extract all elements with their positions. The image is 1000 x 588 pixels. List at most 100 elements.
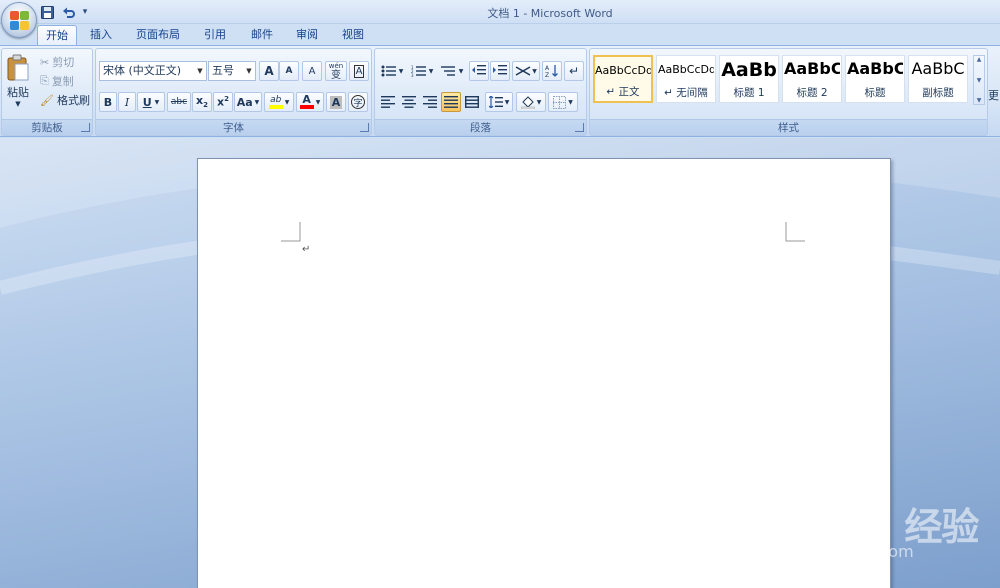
increase-indent-icon	[493, 65, 507, 75]
style-normal[interactable]: AaBbCcDd ↵ 正文	[593, 55, 653, 103]
style-preview: AaBbCcDd	[658, 63, 714, 76]
subscript-icon: x2	[196, 94, 208, 110]
change-styles-button[interactable]: 更	[988, 87, 999, 103]
svg-text:Z: Z	[545, 72, 549, 78]
font-name-value: 宋体 (中文正文)	[103, 64, 182, 77]
style-heading-2[interactable]: AaBbC 标题 2	[782, 55, 842, 103]
chevron-down-icon: ▼	[536, 98, 542, 106]
format-painter-label: 格式刷	[56, 94, 90, 107]
style-subtitle[interactable]: AaBbC 副标题	[908, 55, 968, 103]
chevron-down-icon: ▼	[246, 67, 252, 75]
style-no-spacing[interactable]: AaBbCcDd ↵ 无间隔	[656, 55, 716, 103]
superscript-button[interactable]: x2	[213, 92, 233, 112]
change-styles-label: 更	[988, 89, 999, 102]
paragraph-launcher-button[interactable]	[575, 123, 584, 132]
tab-references[interactable]: 引用	[196, 25, 234, 46]
paragraph-mark[interactable]: ↵	[302, 244, 310, 255]
tab-review[interactable]: 审阅	[288, 25, 326, 46]
underline-icon: U	[142, 95, 152, 109]
style-preview: AaBbC	[847, 59, 903, 78]
font-color-icon: A	[299, 94, 314, 109]
style-title[interactable]: AaBbC 标题	[845, 55, 905, 103]
clipboard-launcher-button[interactable]	[81, 123, 90, 132]
highlight-button[interactable]: ab ▼	[264, 92, 294, 112]
change-case-button[interactable]: Aa ▼	[234, 92, 262, 112]
font-launcher-button[interactable]	[360, 123, 369, 132]
subscript-button[interactable]: x2	[192, 92, 212, 112]
shading-button[interactable]: ▼	[516, 92, 546, 112]
style-heading-1[interactable]: AaBb 标题 1	[719, 55, 779, 103]
svg-text:3: 3	[411, 73, 414, 77]
paragraph-group: ▼ 1 2 3 ▼ ▼ ▼ A Z ↵ ▼ ▼ ▼ 段落	[374, 48, 587, 136]
office-button[interactable]	[1, 2, 37, 38]
phonetic-guide-button[interactable]: wén 变	[325, 61, 347, 81]
strikethrough-button[interactable]: abc	[167, 92, 191, 112]
paragraph-group-label: 段落	[375, 119, 586, 135]
style-preview: AaBb	[721, 59, 777, 81]
chevron-down-icon[interactable]: ▼	[977, 77, 982, 84]
enclose-characters-button[interactable]: 字	[348, 92, 368, 112]
bold-button[interactable]: B	[99, 92, 117, 112]
style-name: 副标题	[922, 87, 954, 99]
paste-button[interactable]: 粘贴 ▼	[3, 51, 33, 111]
justify-button[interactable]	[441, 92, 461, 112]
tab-page-layout[interactable]: 页面布局	[130, 25, 186, 46]
tab-home[interactable]: 开始	[37, 25, 77, 46]
decrease-indent-button[interactable]	[469, 61, 489, 81]
shrink-font-button[interactable]: A	[279, 61, 299, 81]
align-center-button[interactable]	[399, 92, 419, 112]
copy-button[interactable]: ⎘ 复制	[40, 73, 74, 89]
style-name: ↵ 正文	[606, 86, 640, 98]
styles-scrollbar[interactable]: ▲ ▼ ▼	[973, 55, 985, 105]
justify-icon	[444, 96, 458, 108]
italic-button[interactable]: I	[118, 92, 136, 112]
align-left-button[interactable]	[378, 92, 398, 112]
cut-button[interactable]: ✂ 剪切	[40, 54, 74, 70]
font-name-combo[interactable]: 宋体 (中文正文) ▼	[99, 61, 207, 81]
line-spacing-button[interactable]: ▼	[485, 92, 513, 112]
borders-button[interactable]: ▼	[548, 92, 578, 112]
chevron-down-icon: ▼	[284, 98, 290, 106]
bullets-button[interactable]: ▼	[378, 61, 406, 81]
styles-group-label: 样式	[590, 119, 987, 135]
margin-corner-top-right	[785, 222, 805, 242]
numbering-button[interactable]: 1 2 3 ▼	[408, 61, 436, 81]
format-painter-button[interactable]: 🖌 格式刷	[40, 92, 90, 108]
grow-font-icon: A	[264, 64, 274, 78]
chinese-layout-button[interactable]: ▼	[512, 61, 540, 81]
tab-insert[interactable]: 插入	[82, 25, 120, 46]
paste-label: 粘贴	[7, 86, 29, 99]
align-right-button[interactable]	[420, 92, 440, 112]
more-styles-icon[interactable]: ▼	[977, 97, 982, 104]
style-name: 标题 2	[796, 87, 828, 99]
clear-formatting-button[interactable]: A	[302, 61, 322, 81]
sort-button[interactable]: AZ	[542, 61, 562, 81]
chevron-up-icon[interactable]: ▲	[977, 56, 982, 63]
svg-text:A: A	[545, 65, 550, 72]
underline-button[interactable]: U ▼	[137, 92, 165, 112]
highlight-icon: ab	[268, 95, 283, 109]
chinese-layout-icon	[515, 66, 531, 76]
increase-indent-button[interactable]	[490, 61, 510, 81]
copy-label: 复制	[51, 75, 74, 88]
multilevel-list-button[interactable]: ▼	[438, 61, 466, 81]
scissors-icon: ✂	[40, 55, 50, 69]
font-size-combo[interactable]: 五号 ▼	[208, 61, 256, 81]
distributed-button[interactable]	[462, 92, 482, 112]
clipboard-group-label: 剪贴板	[2, 119, 92, 135]
ribbon-tabs: 开始 插入 页面布局 引用 邮件 审阅 视图	[0, 22, 1000, 46]
show-hide-marks-button[interactable]: ↵	[564, 61, 584, 81]
title-bar: ▾ 文档 1 - Microsoft Word	[0, 0, 1000, 24]
grow-font-button[interactable]: A	[259, 61, 279, 81]
character-shading-button[interactable]: A	[326, 92, 346, 112]
tab-mailings[interactable]: 邮件	[243, 25, 281, 46]
sort-icon: AZ	[545, 65, 558, 78]
chevron-down-icon: ▼	[532, 67, 537, 75]
style-name: ↵ 无间隔	[664, 87, 708, 99]
tab-view[interactable]: 视图	[334, 25, 372, 46]
style-name: 标题	[864, 87, 886, 99]
numbering-icon: 1 2 3	[411, 65, 426, 77]
font-color-button[interactable]: A ▼	[296, 92, 324, 112]
character-border-button[interactable]: A	[349, 61, 369, 81]
bullets-icon	[381, 65, 396, 77]
